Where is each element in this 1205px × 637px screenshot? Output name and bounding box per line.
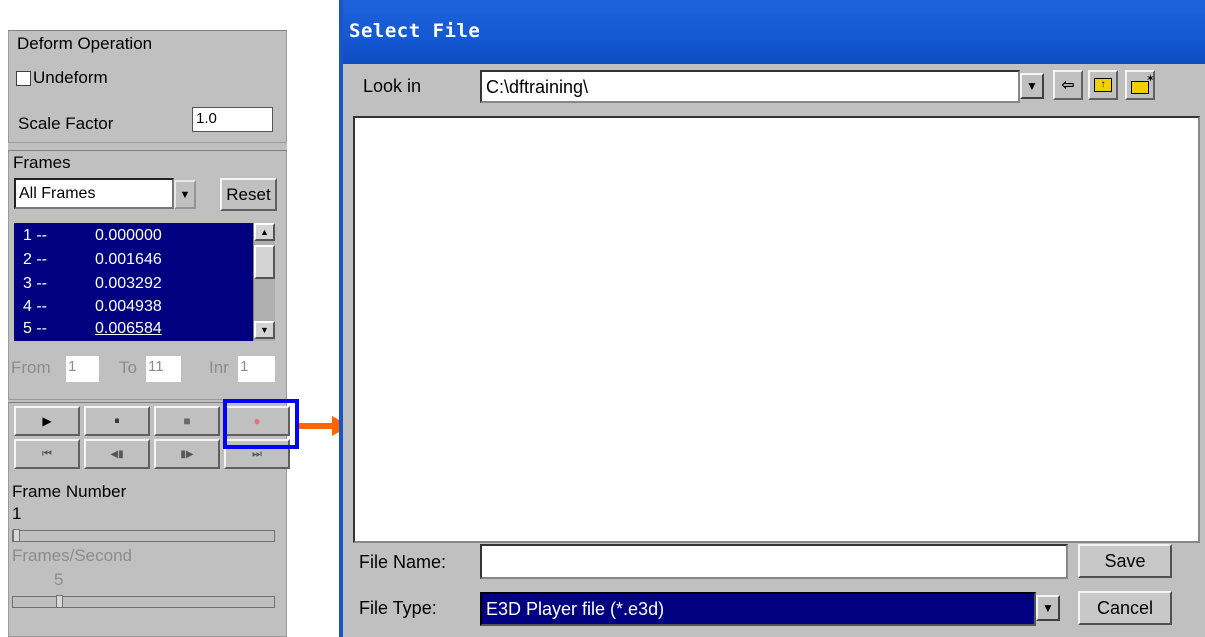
frames-select[interactable]: All Frames xyxy=(14,178,174,209)
to-label: To xyxy=(119,358,137,377)
look-in-label: Look in xyxy=(363,76,422,96)
back-button[interactable]: ⇦ xyxy=(1053,70,1083,100)
frames-group: Frames All Frames ▼ Reset 1 -- 0.000000 2… xyxy=(8,150,287,400)
first-frame-button[interactable]: ⏮ xyxy=(14,439,80,469)
up-folder-icon: ↑ xyxy=(1094,78,1112,92)
chevron-down-icon: ▼ xyxy=(179,188,191,201)
animation-panel: Deform Operation Undeform Scale Factor 1… xyxy=(8,30,290,637)
stop-button[interactable]: ■ xyxy=(154,406,220,436)
frame-slider-knob[interactable] xyxy=(13,529,20,542)
save-button[interactable]: Save xyxy=(1078,544,1172,578)
list-item[interactable]: 1 -- 0.000000 xyxy=(23,227,162,245)
arrow-shaft xyxy=(299,423,335,429)
inr-label: Inr xyxy=(209,358,229,377)
fps-label: Frames/Second xyxy=(12,546,132,565)
frames-list[interactable]: 1 -- 0.000000 2 -- 0.001646 3 -- 0.003292 4… xyxy=(14,223,253,341)
frame-number-label: Frame Number xyxy=(12,482,127,501)
file-name-input[interactable] xyxy=(480,544,1068,579)
record-highlight-box xyxy=(223,399,299,449)
from-input[interactable]: 1 xyxy=(66,356,99,382)
file-type-select[interactable]: E3D Player file (*.e3d) xyxy=(480,592,1036,626)
frame-number-value: 1 xyxy=(12,504,22,523)
skip-first-icon: ⏮ xyxy=(42,447,52,460)
list-item[interactable]: 4 -- 0.004938 xyxy=(23,298,162,316)
file-list-area[interactable] xyxy=(353,116,1200,543)
scrollbar-thumb[interactable] xyxy=(254,245,275,279)
frames-select-dropdown[interactable]: ▼ xyxy=(174,180,196,209)
new-folder-icon: ✶ xyxy=(1131,73,1155,94)
look-in-dropdown[interactable]: ▼ xyxy=(1020,73,1044,99)
look-in-select[interactable]: C:\dftraining\ xyxy=(480,70,1020,103)
cancel-button[interactable]: Cancel xyxy=(1078,591,1172,625)
pause-button[interactable]: ⏸ xyxy=(84,406,150,436)
list-item[interactable]: 3 -- 0.003292 xyxy=(23,275,162,293)
step-back-button[interactable]: ◀▮ xyxy=(84,439,150,469)
pause-icon: ⏸ xyxy=(114,414,120,427)
chevron-down-icon: ▼ xyxy=(1042,601,1054,615)
scale-factor-label: Scale Factor xyxy=(18,114,114,133)
stop-icon: ■ xyxy=(183,414,191,428)
inr-input[interactable]: 1 xyxy=(238,356,275,382)
list-item[interactable]: 2 -- 0.001646 xyxy=(23,251,162,269)
scroll-up-icon[interactable]: ▲ xyxy=(254,223,275,241)
step-forward-button[interactable]: ▮▶ xyxy=(154,439,220,469)
undeform-label: Undeform xyxy=(33,68,108,87)
scale-factor-input[interactable]: 1.0 xyxy=(192,107,273,132)
to-input[interactable]: 11 xyxy=(146,356,181,382)
from-label: From xyxy=(11,358,51,377)
step-forward-icon: ▮▶ xyxy=(180,448,194,460)
reset-button[interactable]: Reset xyxy=(220,178,277,211)
frames-title: Frames xyxy=(13,153,71,172)
frames-scrollbar[interactable]: ▲ ▼ xyxy=(253,223,275,341)
play-icon: ▶ xyxy=(42,414,52,428)
select-file-dialog: Select File Look in C:\dftraining\ ▼ ⇦ ↑… xyxy=(339,0,1205,637)
back-icon: ⇦ xyxy=(1061,77,1075,94)
list-item[interactable]: 5 -- 0.006584 xyxy=(23,320,162,338)
skip-last-icon: ⏭ xyxy=(252,447,262,460)
chevron-down-icon: ▼ xyxy=(1026,79,1038,93)
file-name-label: File Name: xyxy=(359,552,447,572)
fps-slider[interactable] xyxy=(12,595,275,608)
file-type-dropdown[interactable]: ▼ xyxy=(1036,595,1060,621)
deform-operation-title: Deform Operation xyxy=(17,34,153,53)
fps-slider-knob[interactable] xyxy=(56,595,63,608)
undeform-checkbox[interactable] xyxy=(16,71,31,86)
dialog-title: Select File xyxy=(349,20,481,42)
fps-value: 5 xyxy=(54,570,64,589)
play-button[interactable]: ▶ xyxy=(14,406,80,436)
step-back-icon: ◀▮ xyxy=(110,448,124,460)
title-bar[interactable]: Select File xyxy=(343,0,1205,64)
new-folder-button[interactable]: ✶ xyxy=(1125,70,1155,100)
up-folder-button[interactable]: ↑ xyxy=(1088,70,1118,100)
scroll-down-icon[interactable]: ▼ xyxy=(254,321,275,339)
file-type-label: File Type: xyxy=(359,598,437,618)
deform-operation-group: Deform Operation Undeform Scale Factor 1… xyxy=(8,30,287,143)
frame-number-slider[interactable] xyxy=(12,529,275,542)
